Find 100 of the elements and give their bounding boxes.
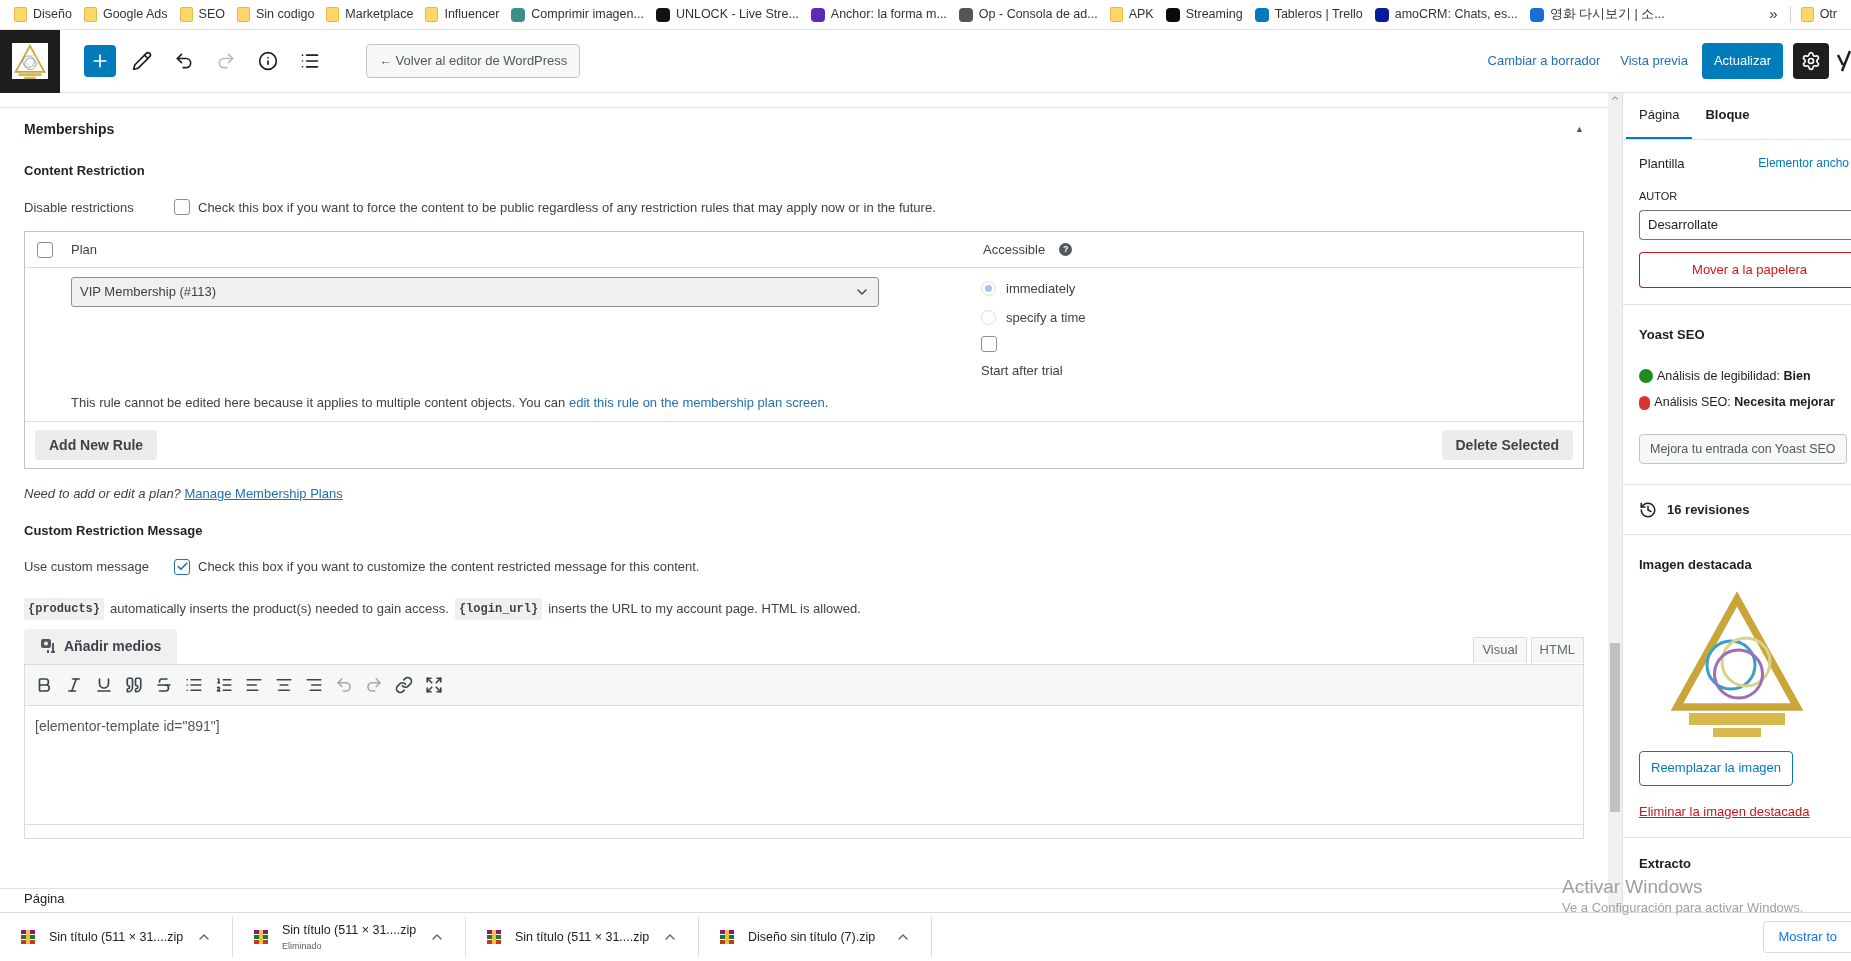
analysis-result: Análisis de legibilidad: Bien [1657, 367, 1811, 385]
message-editor[interactable]: [elementor-template id="891"] [25, 705, 1583, 824]
archive-icon [719, 929, 735, 945]
revisions-link[interactable]: 16 revisiones [1667, 499, 1750, 520]
radio-button[interactable] [981, 309, 996, 325]
bookmark-link[interactable]: Sin codigo [255, 5, 315, 24]
bookmark-link[interactable]: Streaming [1185, 5, 1243, 24]
add-block-button[interactable] [84, 45, 116, 77]
archive-icon [486, 929, 502, 945]
delete-selected-button[interactable]: Delete Selected [1441, 430, 1573, 460]
quote-icon[interactable] [125, 675, 143, 694]
disable-restrictions-checkbox[interactable] [174, 199, 190, 216]
yoast-icon[interactable] [1837, 50, 1851, 72]
bookmark-link[interactable]: Marketplace [345, 5, 414, 24]
field-label: Use custom message [24, 558, 150, 576]
info-icon[interactable] [258, 51, 278, 71]
start-after-trial-checkbox[interactable] [981, 336, 997, 352]
breadcrumb: Página [24, 889, 65, 908]
download-filename[interactable]: Sin título (511 × 31....zip [49, 927, 196, 947]
code-token: {products} [24, 597, 104, 620]
activation-text: Ve a Configuración para activar Windows. [1562, 899, 1804, 917]
radio-button[interactable] [981, 281, 996, 297]
add-new-rule-button[interactable]: Add New Rule [35, 430, 158, 460]
link-icon[interactable] [395, 675, 413, 694]
undo-icon[interactable] [174, 51, 194, 71]
numbered-list-icon[interactable] [215, 675, 233, 694]
archive-icon [253, 929, 269, 945]
collapse-toggle[interactable]: ▲ [1575, 122, 1584, 137]
code-token: {login_url} [454, 597, 543, 620]
bookmark-link[interactable]: Op - Consola de ad... [978, 5, 1098, 24]
bookmark-link[interactable]: Influencer [444, 5, 500, 24]
back-to-wordpress-button[interactable]: ← Volver al editor de WordPress [366, 44, 581, 78]
custom-message-checkbox[interactable] [174, 558, 190, 575]
add-media-button[interactable]: Añadir medios [24, 628, 178, 664]
template-link[interactable]: Elementor ancho [1758, 154, 1849, 174]
update-button[interactable]: Actualizar [1701, 43, 1783, 79]
show-all-button[interactable]: Mostrar to [1763, 921, 1851, 953]
radio-label: specify a time [1006, 308, 1086, 327]
bookmark-link[interactable]: Google Ads [102, 5, 168, 24]
column-header: Accessible [983, 240, 1046, 259]
switch-to-draft-link[interactable]: Cambiar a borrador [1487, 51, 1601, 71]
bookmark-link[interactable]: 영화 다시보기 | 소... [1549, 5, 1665, 24]
help-text: Check this box if you want to customize the content restricted message for this content. [198, 558, 700, 576]
settings-button[interactable] [1793, 43, 1829, 79]
panel-title: Imagen destacada [1639, 556, 1753, 574]
replace-image-button[interactable]: Reemplazar la imagen [1639, 750, 1794, 786]
move-to-trash-button[interactable]: Mover a la papelera [1639, 252, 1851, 288]
download-filename[interactable]: Sin título (511 × 31....zip [282, 920, 429, 940]
column-header: Plan [71, 240, 99, 259]
radio-label: immediately [1006, 280, 1076, 298]
bookmark-link[interactable]: Tableros | Trello [1274, 5, 1363, 24]
bookmark-link[interactable]: Otr [1819, 5, 1837, 24]
manage-plans-link[interactable]: Manage Membership Plans [184, 486, 343, 501]
bookmark-link[interactable]: Diseño [33, 5, 72, 24]
remove-image-link[interactable]: Eliminar la imagen destacada [1639, 803, 1810, 819]
yoast-improve-button[interactable]: Mejora tu entrada con Yoast SEO [1639, 434, 1847, 464]
preview-link[interactable]: Vista previa [1620, 51, 1688, 71]
folder-icon [1109, 7, 1123, 22]
help-icon: ? [1059, 243, 1073, 256]
site-logo-button[interactable] [0, 29, 60, 93]
outline-icon[interactable] [300, 51, 320, 71]
hint-text: inserts the URL to my account page. HTML is allowed. [548, 599, 861, 618]
bookmark-link[interactable]: SEO [198, 5, 225, 24]
pencil-icon[interactable] [132, 51, 152, 71]
bookmark-link[interactable]: Comprimir imagen... [531, 5, 644, 24]
more-bookmarks-button[interactable]: » [1761, 3, 1786, 26]
folder-icon [1800, 7, 1814, 22]
analysis-result: Análisis SEO: Necesita mejorar [1654, 394, 1835, 412]
plan-select[interactable]: VIP Membership (#113) [71, 277, 879, 307]
folder-icon [425, 7, 439, 22]
hint-text: automatically inserts the product(s) needed to gain access. [110, 599, 449, 618]
download-status: Eliminado [282, 939, 323, 953]
checkbox-label: Start after trial [981, 362, 1064, 380]
author-field[interactable]: Desarrollate [1639, 210, 1851, 240]
subsection-title: Content Restriction [24, 162, 146, 180]
field-label: Disable restrictions [24, 198, 135, 217]
italic-icon[interactable] [65, 675, 83, 694]
select-all-checkbox[interactable] [37, 241, 53, 258]
bookmark-link[interactable]: Anchor: la forma m... [830, 5, 947, 24]
folder-icon [14, 7, 27, 22]
fullscreen-icon[interactable] [425, 675, 443, 694]
download-filename[interactable]: Sin título (511 × 31....zip [515, 927, 662, 947]
bookmark-link[interactable]: APK [1128, 5, 1154, 24]
sidebar-tab[interactable]: Bloque [1692, 93, 1763, 139]
scroll-up-icon[interactable] [1610, 93, 1620, 103]
scrollbar-thumb[interactable] [1610, 643, 1620, 812]
download-filename[interactable]: Diseño sin título (7).zip [748, 927, 895, 947]
rule-note: This rule cannot be edited here because it applies to multiple content objects. You can edit this rule on the membership plan screen. [71, 394, 829, 410]
revisions-icon [1639, 500, 1657, 519]
folder-icon [179, 7, 193, 22]
field-label: AUTOR [1639, 188, 1679, 204]
editor-mode-tab[interactable]: Visual [1473, 636, 1527, 663]
editor-mode-tab[interactable]: HTML [1530, 636, 1584, 663]
folder-icon [236, 7, 250, 22]
plan-screen-link[interactable]: edit this rule on the membership plan screen [568, 394, 825, 410]
bookmark-link[interactable]: UNLOCK - Live Stre... [675, 5, 799, 24]
strikethrough-icon[interactable] [155, 675, 173, 694]
sidebar-tab[interactable]: Página [1626, 93, 1693, 139]
underline-icon[interactable] [95, 675, 113, 694]
bookmark-link[interactable]: amoCRM: Chats, es... [1394, 5, 1518, 24]
